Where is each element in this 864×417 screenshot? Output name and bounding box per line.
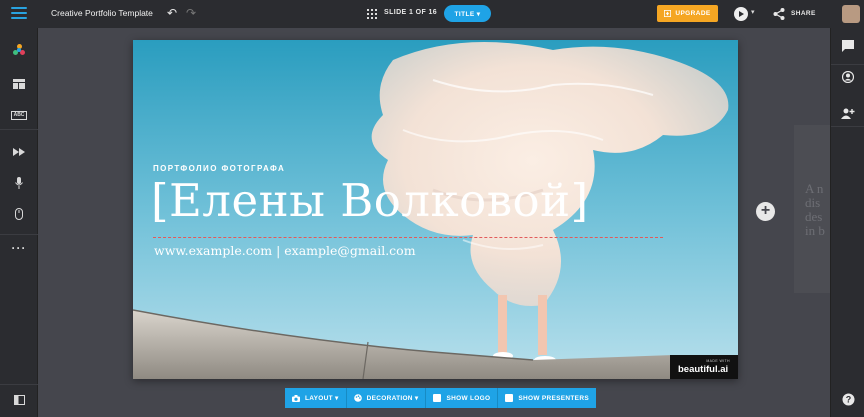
share-button[interactable]: SHARE [791, 10, 816, 17]
undo-icon[interactable]: ↶ [167, 6, 177, 20]
upgrade-icon [664, 10, 672, 17]
layout-icon[interactable] [0, 73, 38, 95]
avatar[interactable] [842, 5, 860, 23]
next-slide-preview[interactable]: A n dis des in b [794, 125, 830, 293]
upgrade-label: UPGRADE [675, 10, 711, 17]
microphone-icon[interactable] [0, 172, 38, 194]
slide-panel-icon[interactable] [0, 389, 38, 411]
show-logo-label: SHOW LOGO [446, 394, 491, 402]
top-toolbar: Creative Portfolio Template ↶ ↷ SLIDE 1 … [0, 0, 864, 28]
badge-made-with: MADE WITH [706, 359, 730, 363]
account-icon[interactable] [831, 66, 864, 88]
layout-label: LAYOUT ▾ [305, 395, 339, 402]
svg-text:?: ? [845, 394, 851, 404]
add-slide-icon[interactable]: + [756, 202, 775, 221]
show-presenters-toggle[interactable]: SHOW PRESENTERS [498, 388, 596, 408]
left-sidebar: ABC ··· [0, 28, 38, 417]
badge-brand: beautiful.ai [678, 364, 729, 375]
right-sidebar: ? [830, 28, 864, 417]
animation-icon[interactable] [0, 141, 38, 163]
help-icon[interactable]: ? [831, 388, 864, 410]
more-icon[interactable]: ··· [0, 239, 38, 261]
theme-palette-icon[interactable] [0, 39, 38, 61]
app-window: Creative Portfolio Template ↶ ↷ SLIDE 1 … [0, 0, 864, 417]
mouse-icon[interactable] [0, 203, 38, 225]
share-icon[interactable] [772, 7, 786, 21]
show-logo-checkbox[interactable] [433, 394, 442, 402]
presentation-title[interactable]: Creative Portfolio Template [51, 8, 153, 18]
upgrade-button[interactable]: UPGRADE [657, 5, 718, 22]
text-style-icon[interactable]: ABC [0, 104, 38, 126]
slide-headline[interactable]: [Елены Волковой] [151, 174, 589, 227]
comments-icon[interactable] [831, 35, 864, 57]
camera-icon [292, 394, 300, 402]
slide-counter[interactable]: SLIDE 1 OF 16 [384, 9, 437, 16]
beautiful-ai-badge: MADE WITH beautiful.ai [670, 355, 738, 379]
layout-button[interactable]: LAYOUT ▾ [285, 388, 347, 408]
slide-options-toolbar: LAYOUT ▾ DECORATION ▾ SHOW LOGO SHOW PRE… [285, 388, 596, 408]
play-icon[interactable] [734, 7, 748, 21]
show-presenters-label: SHOW PRESENTERS [518, 394, 589, 402]
layout-type-dropdown[interactable]: TITLE ▾ [444, 5, 491, 22]
redo-icon[interactable]: ↷ [186, 6, 196, 20]
show-logo-toggle[interactable]: SHOW LOGO [426, 388, 499, 408]
decoration-label: DECORATION ▾ [366, 395, 419, 402]
add-collaborator-icon[interactable] [831, 102, 864, 124]
slide-grid-icon[interactable] [367, 9, 377, 19]
show-presenters-checkbox[interactable] [505, 394, 514, 402]
chevron-down-icon[interactable]: ▾ [751, 8, 755, 16]
slide-canvas[interactable]: ПОРТФОЛИО ФОТОГРАФА [Елены Волковой] www… [133, 40, 738, 379]
palette-icon [353, 394, 362, 402]
slide-contact-line[interactable]: www.example.com | example@gmail.com [154, 243, 416, 258]
slide-kicker[interactable]: ПОРТФОЛИО ФОТОГРАФА [153, 164, 285, 173]
next-slide-text: A n dis des in b [805, 181, 825, 238]
decoration-button[interactable]: DECORATION ▾ [346, 388, 427, 408]
spellcheck-underline [153, 237, 663, 238]
hamburger-menu-icon[interactable] [11, 7, 27, 21]
